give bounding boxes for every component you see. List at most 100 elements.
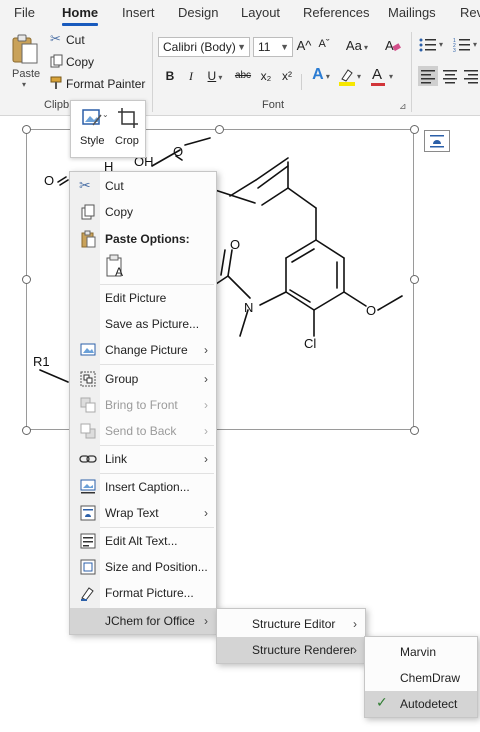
menu-item-label: Structure Renderer	[252, 643, 355, 657]
menu-item-copy[interactable]: Copy	[70, 199, 216, 225]
bold-button[interactable]: B	[163, 69, 177, 83]
font-name-combo[interactable]: Calibri (Body) ▼	[158, 37, 250, 57]
resize-handle-top[interactable]	[215, 125, 224, 134]
submenu-arrow-icon: ›	[353, 643, 357, 657]
menu-item-autodetect[interactable]: ✓ Autodetect	[365, 691, 477, 717]
menu-item-wrap-text[interactable]: Wrap Text ›	[70, 500, 216, 526]
underline-label: U	[207, 69, 217, 83]
menu-item-jchem-for-office[interactable]: JChem for Office ›	[70, 608, 216, 634]
menu-item-label: Change Picture	[105, 343, 188, 357]
subscript-button[interactable]: x₂	[258, 69, 274, 83]
menu-item-edit-alt-text[interactable]: Edit Alt Text...	[70, 528, 216, 554]
menu-item-bring-to-front[interactable]: Bring to Front ›	[70, 392, 216, 418]
menu-item-change-picture[interactable]: Change Picture ›	[70, 337, 216, 363]
submenu-arrow-icon: ›	[204, 506, 208, 520]
font-dialog-launcher-icon[interactable]: ⊿	[399, 101, 407, 112]
resize-handle-top-left[interactable]	[22, 125, 31, 134]
align-center-icon	[443, 70, 457, 84]
wrap-text-icon	[80, 505, 96, 521]
menu-item-group[interactable]: Group ›	[70, 366, 216, 392]
highlight-button[interactable]: ▾	[338, 67, 364, 89]
font-color-button[interactable]: A ▾	[370, 66, 398, 88]
numbering-button[interactable]: 1 2 3 ▾	[453, 37, 480, 57]
menu-item-structure-editor[interactable]: Structure Editor ›	[217, 611, 365, 637]
submenu-arrow-icon: ›	[204, 424, 208, 438]
resize-handle-left[interactable]	[22, 275, 31, 284]
mini-toolbar: ⌄ Style Crop	[70, 100, 146, 158]
align-right-button[interactable]	[462, 66, 480, 86]
crop-button[interactable]: Crop	[113, 105, 143, 153]
menu-item-link[interactable]: Link ›	[70, 446, 216, 472]
style-button[interactable]: ⌄ Style	[77, 105, 111, 153]
format-painter-label: Format Painter	[66, 77, 146, 91]
menu-item-send-to-back[interactable]: Send to Back ›	[70, 418, 216, 444]
menu-item-label: Cut	[105, 179, 124, 193]
font-size-combo[interactable]: 11 ▼	[253, 37, 293, 57]
superscript-label: x²	[282, 69, 292, 83]
resize-handle-top-right[interactable]	[410, 125, 419, 134]
copy-icon	[50, 54, 63, 68]
paste-keep-text-only-button[interactable]: A	[104, 254, 128, 280]
tab-file[interactable]: File	[14, 5, 35, 20]
font-size-chevron-down-icon: ▼	[280, 42, 289, 52]
align-center-button[interactable]	[440, 66, 460, 86]
strikethrough-button[interactable]: abc	[232, 70, 254, 81]
menu-item-edit-picture[interactable]: Edit Picture	[70, 285, 216, 311]
grow-font-button[interactable]: A^	[296, 38, 312, 53]
resize-handle-right[interactable]	[410, 275, 419, 284]
italic-button[interactable]: I	[184, 69, 198, 84]
menu-item-save-as-picture[interactable]: Save as Picture...	[70, 311, 216, 337]
paste-button[interactable]: Paste	[8, 32, 42, 80]
tab-home[interactable]: Home	[62, 5, 98, 20]
grow-font-label: A^	[296, 38, 312, 53]
font-group-label: Font	[262, 99, 285, 111]
picture-style-icon: ⌄	[82, 109, 109, 126]
tab-references[interactable]: References	[303, 5, 369, 20]
menu-item-label: Edit Alt Text...	[105, 534, 178, 548]
menu-item-format-picture[interactable]: Format Picture...	[70, 580, 216, 606]
tab-insert[interactable]: Insert	[122, 5, 155, 20]
submenu-arrow-icon: ›	[204, 343, 208, 357]
tab-layout[interactable]: Layout	[241, 5, 280, 20]
font-color-icon: A	[372, 66, 383, 83]
align-left-button[interactable]	[418, 66, 438, 86]
layout-options-icon	[430, 135, 444, 148]
numbering-icon: 1 2 3	[453, 38, 470, 54]
alt-text-icon	[80, 533, 96, 549]
shrink-font-button[interactable]: Aˇ	[316, 38, 332, 50]
text-effects-button[interactable]: A ▾	[308, 66, 334, 84]
format-picture-icon	[81, 587, 94, 601]
bullets-icon	[419, 38, 436, 52]
menu-item-structure-renderer[interactable]: Structure Renderer ›	[217, 637, 365, 663]
superscript-button[interactable]: x²	[279, 69, 295, 83]
bring-to-front-icon	[80, 397, 96, 413]
clear-formatting-button[interactable]: A	[384, 37, 402, 55]
change-case-label: Aa	[345, 38, 362, 53]
menu-item-size-and-position[interactable]: Size and Position...	[70, 554, 216, 580]
menu-item-cut[interactable]: ✂ Cut	[70, 173, 216, 199]
structure-renderer-submenu: Marvin ChemDraw ✓ Autodetect	[364, 636, 478, 718]
paste-dropdown-chevron-icon[interactable]: ▾	[22, 80, 26, 89]
underline-button[interactable]: U ▾	[203, 69, 227, 83]
menu-item-label: Save as Picture...	[105, 317, 200, 331]
bullets-button[interactable]: ▾	[419, 37, 447, 57]
layout-options-button[interactable]	[424, 130, 450, 152]
tab-mailings[interactable]: Mailings	[388, 5, 436, 20]
menu-item-label: Group	[105, 372, 139, 386]
format-painter-button[interactable]: Format Painter	[48, 75, 146, 93]
menu-item-chemdraw[interactable]: ChemDraw	[365, 665, 477, 691]
menu-item-marvin[interactable]: Marvin	[365, 639, 477, 665]
tab-review[interactable]: Rev	[460, 5, 480, 20]
cut-button[interactable]: ✂ Cut	[48, 31, 108, 49]
copy-button[interactable]: Copy	[48, 53, 108, 71]
submenu-arrow-icon: ›	[204, 614, 208, 628]
resize-handle-bottom-left[interactable]	[22, 426, 31, 435]
tab-design[interactable]: Design	[178, 5, 218, 20]
menu-item-insert-caption[interactable]: Insert Caption...	[70, 474, 216, 500]
menu-separator	[100, 364, 214, 365]
bullets-chevron-down-icon: ▾	[439, 40, 444, 49]
resize-handle-bottom-right[interactable]	[410, 426, 419, 435]
copy-icon	[81, 204, 95, 220]
jchem-submenu: Structure Editor › Structure Renderer ›	[216, 608, 366, 664]
change-case-button[interactable]: Aa ▾	[342, 38, 372, 53]
